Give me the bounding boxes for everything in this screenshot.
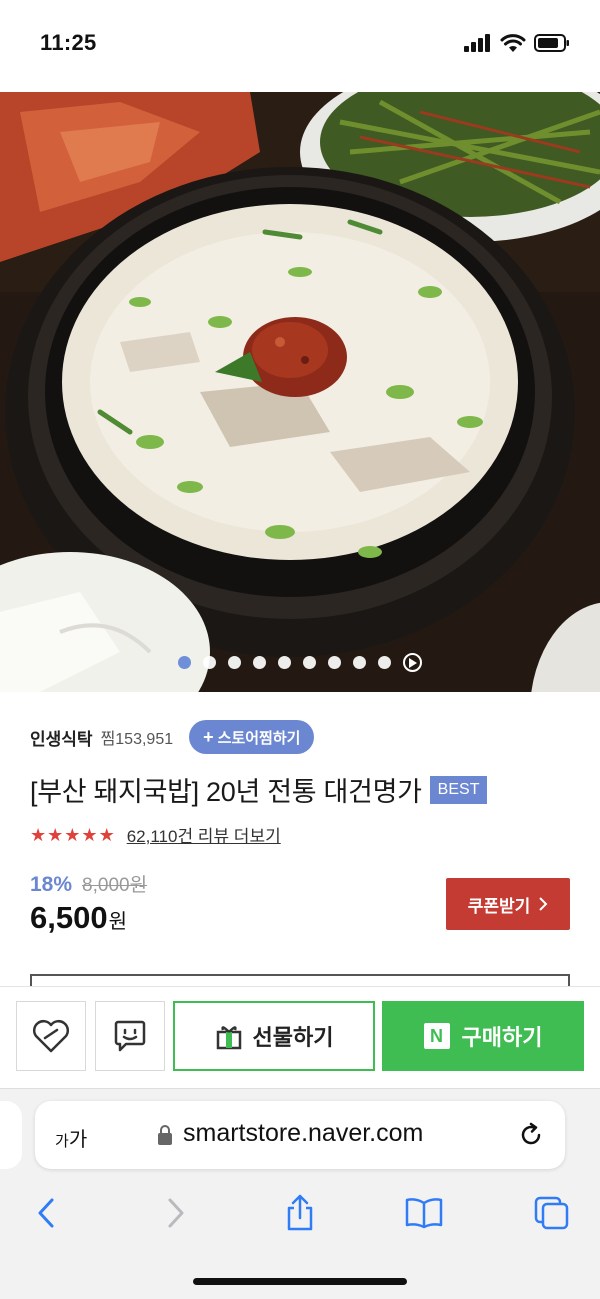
text-size-button[interactable]: 가가 bbox=[55, 1123, 87, 1152]
original-price: 8,000원 bbox=[82, 875, 148, 896]
chevron-right-icon bbox=[539, 897, 548, 911]
purchase-action-bar: 선물하기 N 구매하기 bbox=[0, 986, 600, 1088]
star-icon: ★ bbox=[98, 824, 115, 845]
browser-chrome: 가가 smartstore.naver.com bbox=[0, 1088, 600, 1299]
store-like-button-label: 스토어찜하기 bbox=[217, 729, 301, 747]
tabs-icon bbox=[534, 1196, 569, 1230]
gukbap-photo bbox=[0, 92, 600, 692]
carousel-dot[interactable] bbox=[303, 656, 316, 669]
carousel-dot[interactable] bbox=[278, 656, 291, 669]
price-row: 6,500 원 bbox=[30, 900, 127, 936]
play-icon[interactable] bbox=[403, 653, 422, 672]
star-rating: ★ ★ ★ ★ ★ bbox=[30, 826, 115, 844]
tabs-button[interactable] bbox=[532, 1193, 572, 1233]
address-bar[interactable]: 가가 smartstore.naver.com bbox=[35, 1101, 565, 1169]
share-button[interactable] bbox=[280, 1193, 320, 1233]
status-time: 11:25 bbox=[40, 30, 97, 55]
best-badge: BEST bbox=[429, 775, 488, 804]
carousel-dot[interactable] bbox=[228, 656, 241, 669]
review-link[interactable]: 62,110건 리뷰 더보기 bbox=[127, 822, 281, 847]
wifi-icon bbox=[500, 33, 526, 52]
bookmarks-button[interactable] bbox=[404, 1193, 444, 1233]
gift-button[interactable]: 선물하기 bbox=[173, 1001, 375, 1071]
browser-toolbar bbox=[0, 1189, 600, 1237]
store-like-button[interactable]: + 스토어찜하기 bbox=[189, 720, 315, 754]
chevron-left-icon bbox=[38, 1198, 54, 1228]
discount-rate: 18% bbox=[30, 873, 73, 896]
gift-icon bbox=[216, 1026, 241, 1050]
sale-price: 6,500 bbox=[30, 900, 108, 935]
lock-icon bbox=[158, 1125, 172, 1145]
carousel-dot[interactable] bbox=[203, 656, 216, 669]
wishlist-button[interactable] bbox=[16, 1001, 86, 1071]
previous-tab-peek[interactable] bbox=[0, 1101, 22, 1169]
star-icon: ★ bbox=[47, 824, 64, 845]
carousel-dot[interactable] bbox=[378, 656, 391, 669]
star-icon: ★ bbox=[30, 824, 47, 845]
plus-icon: + bbox=[203, 726, 214, 747]
carousel-dot[interactable] bbox=[253, 656, 266, 669]
status-bar: 11:25 bbox=[0, 0, 600, 92]
product-title: [부산 돼지국밥] 20년 전통 대건명가 bbox=[30, 777, 422, 807]
talk-bubble-icon bbox=[114, 1020, 146, 1052]
carousel-dot[interactable] bbox=[353, 656, 366, 669]
carousel-dot-active[interactable] bbox=[178, 656, 191, 669]
naver-n-icon: N bbox=[423, 1023, 450, 1049]
status-icons bbox=[464, 33, 570, 53]
discount-row: 18% 8,000원 bbox=[30, 870, 147, 897]
heart-icon bbox=[33, 1020, 69, 1053]
store-row: 인생식탁 찜153,951 + 스토어찜하기 bbox=[30, 720, 315, 754]
buy-button[interactable]: N 구매하기 bbox=[382, 1001, 584, 1071]
title-row: [부산 돼지국밥] 20년 전통 대건명가 BEST bbox=[30, 770, 488, 809]
chevron-right-icon bbox=[168, 1198, 184, 1228]
star-icon: ★ bbox=[81, 824, 98, 845]
book-icon bbox=[405, 1198, 443, 1229]
gift-button-label: 선물하기 bbox=[252, 1025, 334, 1050]
share-icon bbox=[287, 1194, 313, 1231]
url-text: smartstore.naver.com bbox=[183, 1119, 424, 1147]
rating-row: ★ ★ ★ ★ ★ 62,110건 리뷰 더보기 bbox=[30, 822, 281, 847]
store-like-count: 찜153,951 bbox=[100, 731, 174, 748]
coupon-button-label: 쿠폰받기 bbox=[467, 896, 531, 916]
product-image[interactable] bbox=[0, 92, 600, 692]
cellular-signal-icon bbox=[464, 34, 490, 52]
star-icon: ★ bbox=[64, 824, 81, 845]
carousel-dot[interactable] bbox=[328, 656, 341, 669]
coupon-button[interactable]: 쿠폰받기 bbox=[446, 878, 570, 930]
back-button[interactable] bbox=[26, 1193, 66, 1233]
buy-button-label: 구매하기 bbox=[461, 1025, 543, 1050]
battery-icon bbox=[534, 34, 569, 52]
reload-icon[interactable] bbox=[517, 1121, 545, 1149]
price-unit: 원 bbox=[108, 911, 127, 933]
store-name[interactable]: 인생식탁 bbox=[30, 725, 93, 750]
carousel-indicator bbox=[0, 653, 600, 672]
forward-button[interactable] bbox=[156, 1193, 196, 1233]
home-indicator[interactable] bbox=[193, 1278, 407, 1285]
talk-button[interactable] bbox=[95, 1001, 165, 1071]
